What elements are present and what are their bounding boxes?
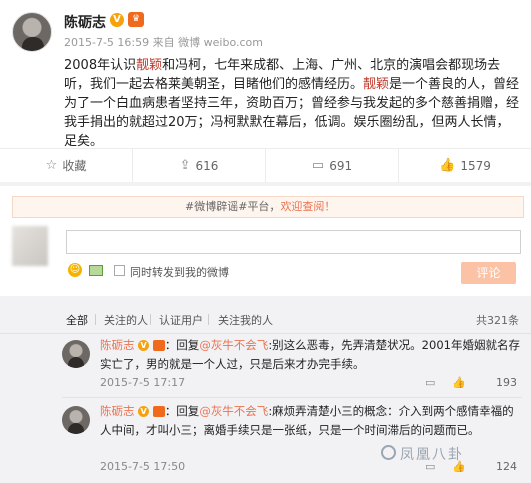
favorite-label: 收藏 <box>62 159 87 173</box>
filter-followers[interactable]: 关注我的人 <box>218 312 273 328</box>
repost-button[interactable]: ⇪ 616 <box>133 149 266 182</box>
verified-icon: V <box>138 340 150 351</box>
like-button[interactable]: 👍 1579 <box>399 149 531 182</box>
post-meta: 2015-7-5 16:59 来自 微博 weibo.com <box>64 34 263 50</box>
watermark-text: 凤凰八卦 <box>400 447 464 463</box>
emoji-icon[interactable]: ☺ <box>68 263 82 277</box>
submit-comment-button[interactable]: 评论 <box>461 262 516 284</box>
image-icon[interactable] <box>89 265 103 276</box>
post-body: 2008年认识靓颖和冯柯，七年来成都、上海、广州、北京的演唱会都现场去听，我们一… <box>64 56 520 151</box>
comment-icon: ▭ <box>311 158 325 173</box>
post-author[interactable]: 陈砺志 <box>64 12 106 32</box>
highlighted-name: 靓颖 <box>136 58 163 73</box>
filter-divider <box>150 314 151 325</box>
comment-item: 陈砺志 V ：回复@灰牛不会飞:别这么恶毒，先弄清楚状况。2001年婚姻就名存实… <box>0 334 531 396</box>
favorite-button[interactable]: ☆ 收藏 <box>0 149 133 182</box>
member-crown-icon: ♛ <box>128 12 144 27</box>
comment-total: 共321条 <box>476 314 519 327</box>
comment-button[interactable]: ▭ 691 <box>266 149 399 182</box>
notice-text: 平台， <box>247 200 281 213</box>
comment-count: 691 <box>329 158 353 173</box>
comment-time: 2015-7-5 17:17 <box>100 376 186 389</box>
comment-input[interactable] <box>66 230 521 254</box>
comment-like-count: 193 <box>496 376 517 389</box>
author-avatar[interactable] <box>12 12 52 52</box>
watermark-icon <box>381 445 396 460</box>
repost-checkbox-label: 同时转发到我的微博 <box>130 266 229 279</box>
repost-icon: ⇪ <box>179 158 191 173</box>
rumor-notice-banner: #微博辟谣#平台，欢迎查阅！ <box>12 196 524 218</box>
comment-item: 陈砺志 V ：回复@灰牛不会飞:麻烦弄清楚小三的概念：介入到两个感情幸福的人中间… <box>0 400 531 483</box>
filter-divider <box>208 314 209 325</box>
filter-verified[interactable]: 认证用户 <box>159 312 203 328</box>
mention-link[interactable]: @灰牛不会飞 <box>199 404 268 418</box>
comment-text: 陈砺志 V ：回复@灰牛不会飞:别这么恶毒，先弄清楚状况。2001年婚姻就名存实… <box>100 336 520 374</box>
comment-filter-bar: 全部 关注的人 认证用户 关注我的人 共321条 <box>0 304 531 334</box>
post-text-part: 2008年认识 <box>64 58 137 73</box>
comment-like-icon[interactable]: 👍 <box>452 376 466 389</box>
notice-hashtag[interactable]: #微博辟谣# <box>185 200 247 213</box>
filter-following[interactable]: 关注的人 <box>104 312 148 328</box>
comment-avatar[interactable] <box>62 406 90 434</box>
verified-icon: V <box>110 13 124 27</box>
post-source[interactable]: 微博 weibo.com <box>178 36 263 49</box>
comment-author[interactable]: 陈砺志 <box>100 404 135 418</box>
comment-text: 陈砺志 V ：回复@灰牛不会飞:麻烦弄清楚小三的概念：介入到两个感情幸福的人中间… <box>100 402 520 440</box>
weibo-post: 陈砺志 V ♛ 2015-7-5 16:59 来自 微博 weibo.com 2… <box>0 0 531 151</box>
like-icon: 👍 <box>439 158 456 173</box>
post-timestamp[interactable]: 2015-7-5 16:59 <box>64 36 149 49</box>
notice-accent: 欢迎查阅！ <box>280 200 336 213</box>
member-crown-icon <box>152 406 165 417</box>
repost-count: 616 <box>195 158 219 173</box>
comment-divider <box>62 397 522 398</box>
comment-time: 2015-7-5 17:50 <box>100 460 186 473</box>
source-prefix: 来自 <box>152 36 175 49</box>
comment-author[interactable]: 陈砺志 <box>100 338 135 352</box>
member-crown-icon <box>152 340 165 351</box>
comment-like-count: 124 <box>496 460 517 473</box>
reply-prefix: ：回复 <box>164 338 200 352</box>
highlighted-name: 靓颖 <box>363 77 390 92</box>
reply-icon[interactable]: ▭ <box>425 376 435 389</box>
like-count: 1579 <box>460 158 491 173</box>
comment-avatar[interactable] <box>62 340 90 368</box>
star-icon: ☆ <box>45 158 58 173</box>
post-action-bar: ☆ 收藏 ⇪ 616 ▭ 691 👍 1579 <box>0 148 531 182</box>
mention-link[interactable]: @灰牛不会飞 <box>199 338 268 352</box>
filter-divider <box>95 314 96 325</box>
filter-all[interactable]: 全部 <box>66 312 88 328</box>
verified-icon: V <box>138 406 150 417</box>
current-user-avatar <box>12 226 48 266</box>
repost-checkbox[interactable] <box>114 265 125 276</box>
reply-prefix: ：回复 <box>164 404 200 418</box>
